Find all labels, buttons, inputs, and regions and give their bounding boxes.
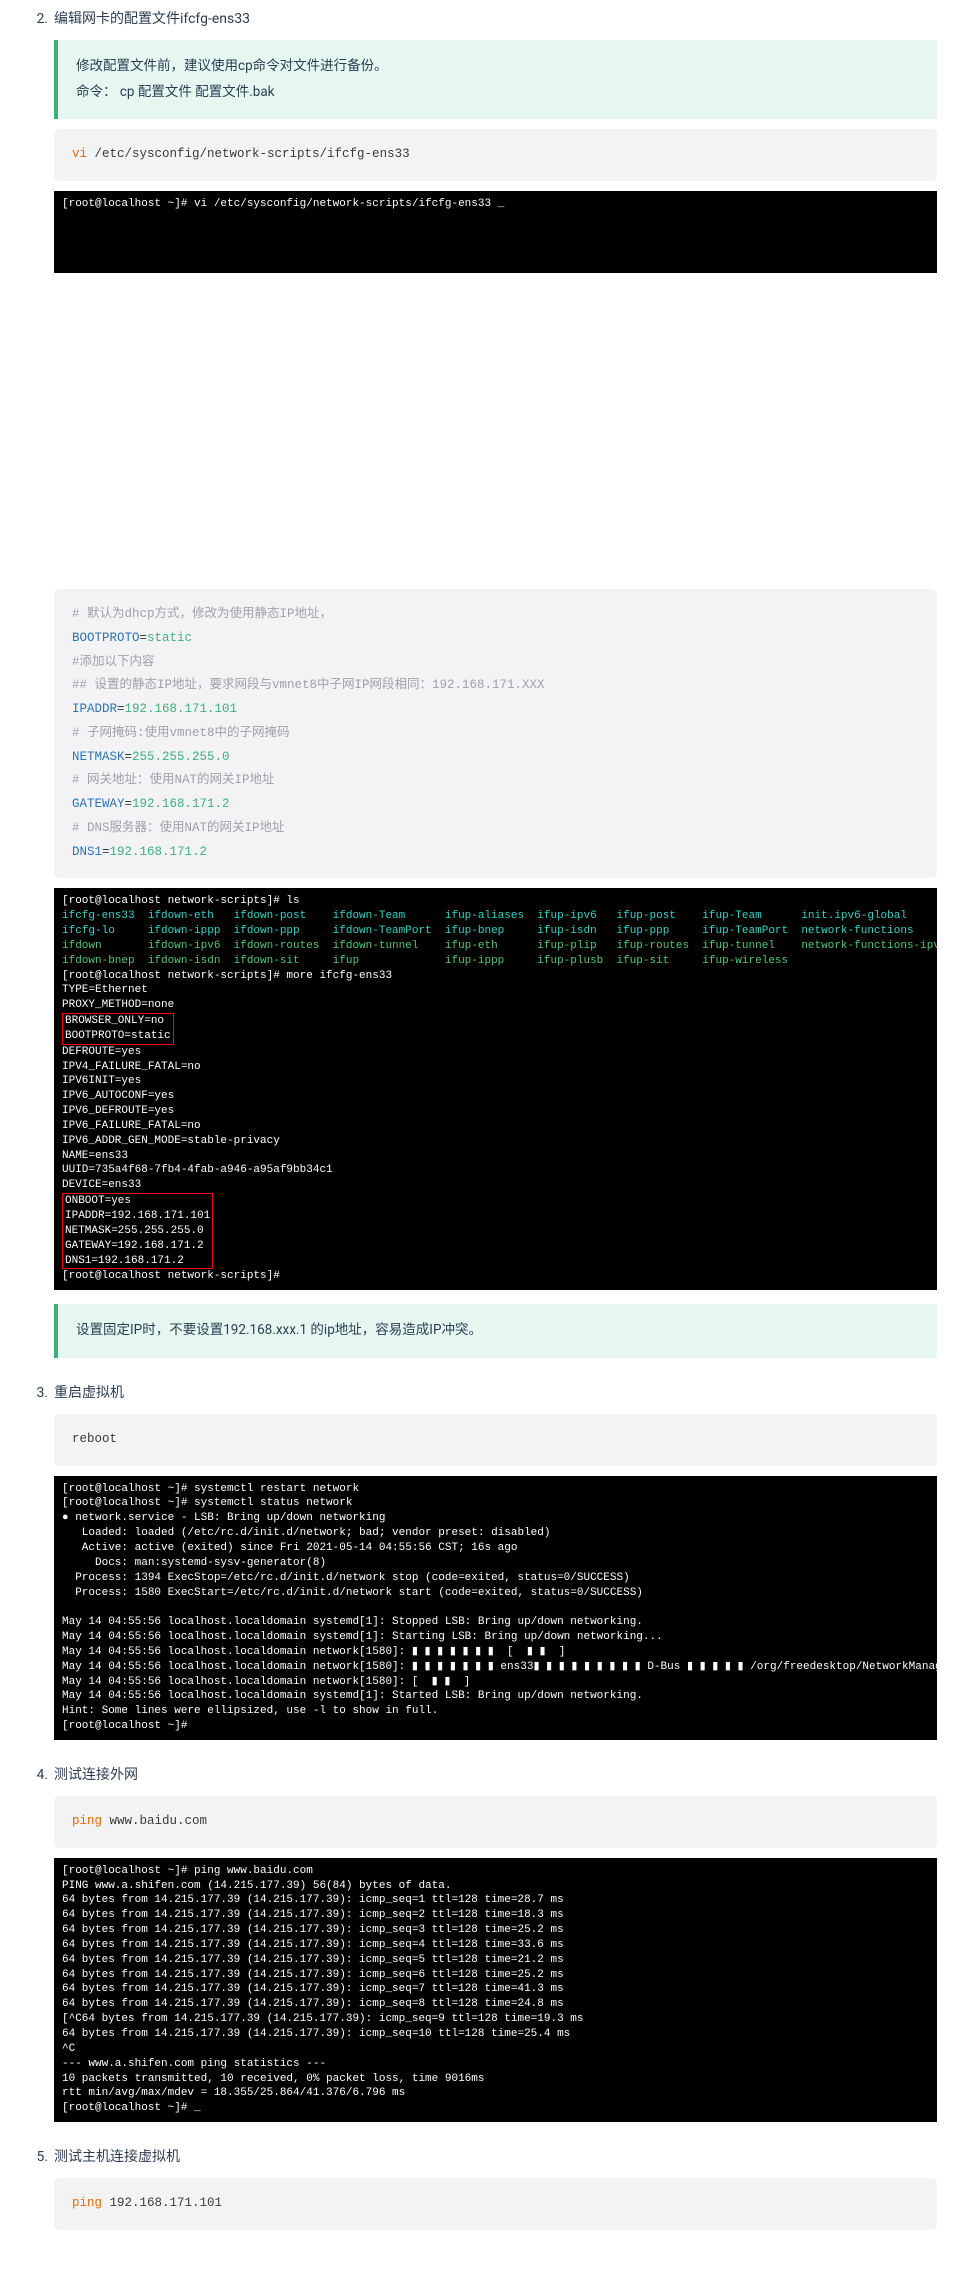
step-number: 2. (20, 11, 48, 27)
step-3: 3. 重启虚拟机 reboot [root@localhost ~]# syst… (20, 1382, 937, 1740)
cfg-val: 255.255.255.0 (132, 750, 230, 764)
cmd-name: reboot (72, 1432, 117, 1446)
ad-space-placeholder (54, 291, 937, 571)
cfg-val: 192.168.171.2 (110, 845, 208, 859)
code-ping-baidu[interactable]: ping www.baidu.com (54, 1796, 937, 1848)
step-title: 测试连接外网 (54, 1764, 138, 1784)
code-comment: ## 设置的静态IP地址，要求网段与vmnet8中子网IP网段相同：192.16… (72, 678, 545, 692)
cmd-arg: /etc/sysconfig/network-scripts/ifcfg-ens… (87, 147, 410, 161)
code-comment: # 网关地址：使用NAT的网关IP地址 (72, 773, 275, 787)
terminal-ping-output: [root@localhost ~]# ping www.baidu.com P… (54, 1858, 937, 2122)
cmd-name: ping (72, 1814, 102, 1828)
code-comment: # DNS服务器：使用NAT的网关IP地址 (72, 821, 285, 835)
note-text: 设置固定IP时，不要设置192.168.xxx.1 的ip地址，容易造成IP冲突… (76, 1322, 482, 1338)
cmd-name: vi (72, 147, 87, 161)
terminal-line: [root@localhost ~]# vi /etc/sysconfig/ne… (62, 198, 504, 210)
code-ifcfg-config[interactable]: # 默认为dhcp方式，修改为使用静态IP地址， BOOTPROTO=stati… (54, 589, 937, 878)
code-comment: # 子网掩码:使用vmnet8中的子网掩码 (72, 726, 290, 740)
step-title: 重启虚拟机 (54, 1382, 124, 1402)
note-line: 修改配置文件前，建议使用cp命令对文件进行备份。 (76, 54, 919, 80)
cfg-key: NETMASK (72, 750, 125, 764)
highlight-box-bootproto: BROWSER_ONLY=no BOOTPROTO=static (62, 1013, 174, 1045)
terminal-body: DEFROUTE=yes IPV4_FAILURE_FATAL=no IPV6I… (62, 1046, 333, 1192)
terminal-vi: [root@localhost ~]# vi /etc/sysconfig/ne… (54, 191, 937, 273)
step-number: 3. (20, 1385, 48, 1401)
terminal-body: BROWSER_ONLY=no BOOTPROTO=static (65, 1015, 171, 1042)
code-vi-command[interactable]: vi /etc/sysconfig/network-scripts/ifcfg-… (54, 129, 937, 181)
step-title: 测试主机连接虚拟机 (54, 2146, 180, 2166)
terminal-more-ifcfg: [root@localhost network-scripts]# ls ifc… (54, 888, 937, 1290)
cfg-val: static (147, 631, 192, 645)
step-5: 5. 测试主机连接虚拟机 ping 192.168.171.101 (20, 2146, 937, 2230)
step-4: 4. 测试连接外网 ping www.baidu.com [root@local… (20, 1764, 937, 2122)
cfg-val: 192.168.171.2 (132, 797, 230, 811)
terminal-body: TYPE=Ethernet PROXY_METHOD=none (62, 984, 174, 1011)
step-number: 4. (20, 1767, 48, 1783)
cfg-key: IPADDR (72, 702, 117, 716)
terminal-body: [root@localhost ~]# ping www.baidu.com P… (62, 1865, 584, 2115)
cfg-val: 192.168.171.101 (125, 702, 238, 716)
code-ping-vm[interactable]: ping 192.168.171.101 (54, 2178, 937, 2230)
terminal-ls-row: ifdown ifdown-ipv6 ifdown-routes ifdown-… (62, 940, 937, 952)
terminal-body: ONBOOT=yes IPADDR=192.168.171.101 NETMAS… (65, 1195, 210, 1266)
step-2: 2. 编辑网卡的配置文件ifcfg-ens33 修改配置文件前，建议使用cp命令… (20, 8, 937, 1358)
step-title: 编辑网卡的配置文件ifcfg-ens33 (54, 8, 250, 28)
cmd-arg: 192.168.171.101 (102, 2196, 222, 2210)
terminal-line: [root@localhost network-scripts]# ls (62, 895, 300, 907)
cfg-key: GATEWAY (72, 797, 125, 811)
terminal-ls-row: ifcfg-ens33 ifdown-eth ifdown-post ifdow… (62, 910, 907, 922)
step-3-header: 3. 重启虚拟机 (20, 1382, 937, 1402)
note-backup: 修改配置文件前，建议使用cp命令对文件进行备份。 命令： cp 配置文件 配置文… (54, 40, 937, 119)
step-4-header: 4. 测试连接外网 (20, 1764, 937, 1784)
cfg-key: DNS1 (72, 845, 102, 859)
note-ip-conflict: 设置固定IP时，不要设置192.168.xxx.1 的ip地址，容易造成IP冲突… (54, 1304, 937, 1358)
step-2-header: 2. 编辑网卡的配置文件ifcfg-ens33 (20, 8, 937, 28)
cmd-name: ping (72, 2196, 102, 2210)
cmd-arg: www.baidu.com (102, 1814, 207, 1828)
terminal-ls-row: ifcfg-lo ifdown-ippp ifdown-ppp ifdown-T… (62, 925, 914, 937)
terminal-line: [root@localhost network-scripts]# more i… (62, 970, 392, 982)
code-comment: #添加以下内容 (72, 655, 155, 669)
step-number: 5. (20, 2149, 48, 2165)
note-line: 命令： cp 配置文件 配置文件.bak (76, 80, 919, 106)
terminal-line: [root@localhost network-scripts]# (62, 1270, 280, 1282)
cfg-key: BOOTPROTO (72, 631, 140, 645)
step-5-header: 5. 测试主机连接虚拟机 (20, 2146, 937, 2166)
terminal-ls-row: ifdown-bnep ifdown-isdn ifdown-sit ifup … (62, 955, 788, 967)
terminal-systemctl-status: [root@localhost ~]# systemctl restart ne… (54, 1476, 937, 1740)
code-reboot[interactable]: reboot (54, 1414, 937, 1466)
terminal-body: [root@localhost ~]# systemctl restart ne… (62, 1483, 937, 1733)
code-comment: # 默认为dhcp方式，修改为使用静态IP地址， (72, 607, 332, 621)
highlight-box-ipconfig: ONBOOT=yes IPADDR=192.168.171.101 NETMAS… (62, 1193, 213, 1269)
